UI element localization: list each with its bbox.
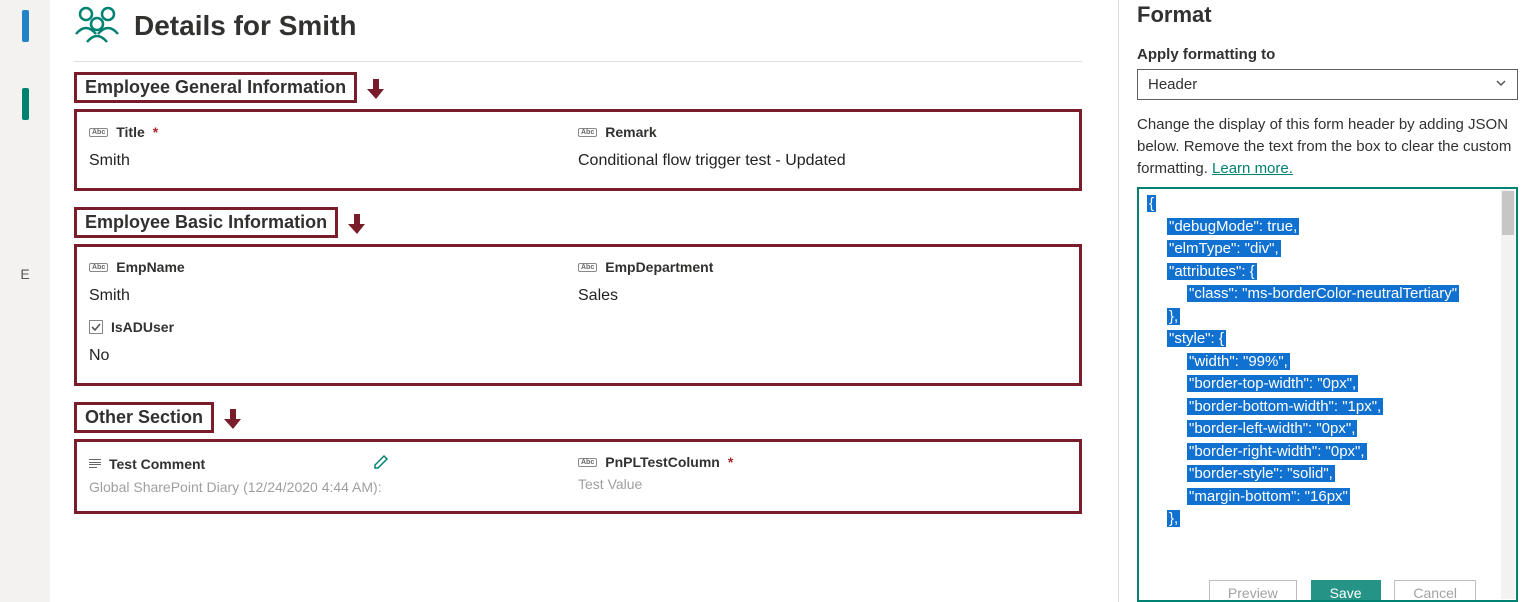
page-title: Details for Smith — [134, 10, 356, 42]
scrollbar-thumb[interactable] — [1502, 191, 1514, 235]
text-type-icon: Abc — [578, 263, 597, 272]
field-isaduser-label: IsADUser — [111, 319, 174, 335]
form-body: Details for Smith Employee General Infor… — [50, 0, 1118, 602]
field-testcomment[interactable]: Test Comment Global SharePoint Diary (12… — [89, 452, 578, 497]
preview-button[interactable]: Preview — [1209, 580, 1297, 602]
section-header-other: Other Section — [74, 402, 214, 433]
field-title[interactable]: Abc Title * Smith — [89, 122, 578, 174]
field-testcomment-label: Test Comment — [109, 456, 205, 472]
field-empname[interactable]: Abc EmpName Smith — [89, 257, 578, 309]
apply-formatting-label: Apply formatting to — [1137, 46, 1518, 69]
field-remark-label: Remark — [605, 124, 656, 140]
edit-pencil-icon[interactable] — [373, 454, 389, 473]
field-testcomment-sub: Global SharePoint Diary (12/24/2020 4:44… — [89, 473, 572, 495]
save-button[interactable]: Save — [1311, 580, 1381, 602]
rail-indicator-2[interactable] — [22, 88, 29, 120]
section-header-basic: Employee Basic Information — [74, 207, 338, 238]
format-description: Change the display of this form header b… — [1137, 114, 1518, 187]
left-navigation-rail: E — [0, 0, 50, 602]
cancel-button[interactable]: Cancel — [1394, 580, 1476, 602]
field-pnpl-value: Test Value — [578, 470, 1061, 492]
field-empname-value: Smith — [89, 275, 572, 307]
arrow-down-icon — [224, 407, 242, 434]
required-asterisk: * — [728, 454, 733, 470]
field-remark[interactable]: Abc Remark Conditional flow trigger test … — [578, 122, 1067, 174]
text-type-icon: Abc — [89, 128, 108, 137]
field-title-label: Title — [116, 124, 145, 140]
chevron-down-icon — [1495, 76, 1507, 93]
field-isaduser[interactable]: IsADUser No — [89, 309, 1067, 369]
required-asterisk: * — [153, 124, 158, 140]
text-type-icon: Abc — [578, 128, 597, 137]
people-icon — [74, 4, 120, 47]
field-empname-label: EmpName — [116, 259, 184, 275]
apply-formatting-dropdown[interactable]: Header — [1137, 69, 1518, 100]
basic-card: AbcEmpName Smith AbcEmpDepartment Sales … — [74, 244, 1082, 386]
arrow-down-icon — [348, 212, 366, 239]
field-empdept-label: EmpDepartment — [605, 259, 713, 275]
learn-more-link[interactable]: Learn more. — [1212, 160, 1293, 177]
section-header-general: Employee General Information — [74, 72, 357, 103]
other-card: Test Comment Global SharePoint Diary (12… — [74, 439, 1082, 514]
rail-truncated-label: E — [20, 266, 29, 282]
field-pnpl[interactable]: Abc PnPLTestColumn * Test Value — [578, 452, 1067, 497]
field-isaduser-value: No — [89, 335, 1061, 367]
multiline-type-icon — [89, 459, 101, 468]
field-pnpl-label: PnPLTestColumn — [605, 454, 720, 470]
general-card: Abc Title * Smith Abc Remark Conditional fl… — [74, 109, 1082, 191]
rail-indicator-1[interactable] — [22, 10, 29, 42]
arrow-down-icon — [367, 77, 385, 104]
json-editor[interactable]: { "debugMode": true, "elmType": "div", "… — [1137, 187, 1518, 602]
format-panel: Format Apply formatting to Header Change… — [1118, 0, 1536, 602]
checkbox-type-icon — [89, 320, 103, 334]
field-title-value: Smith — [89, 140, 572, 172]
text-type-icon: Abc — [89, 263, 108, 272]
dropdown-selected: Header — [1148, 76, 1197, 93]
field-empdept-value: Sales — [578, 275, 1061, 307]
field-empdept[interactable]: Abc EmpDepartment Sales — [578, 257, 1067, 309]
format-panel-title: Format — [1137, 0, 1518, 46]
scrollbar-track[interactable] — [1501, 190, 1515, 599]
text-type-icon: Abc — [578, 458, 597, 467]
field-remark-value: Conditional flow trigger test - Updated — [578, 140, 1061, 172]
